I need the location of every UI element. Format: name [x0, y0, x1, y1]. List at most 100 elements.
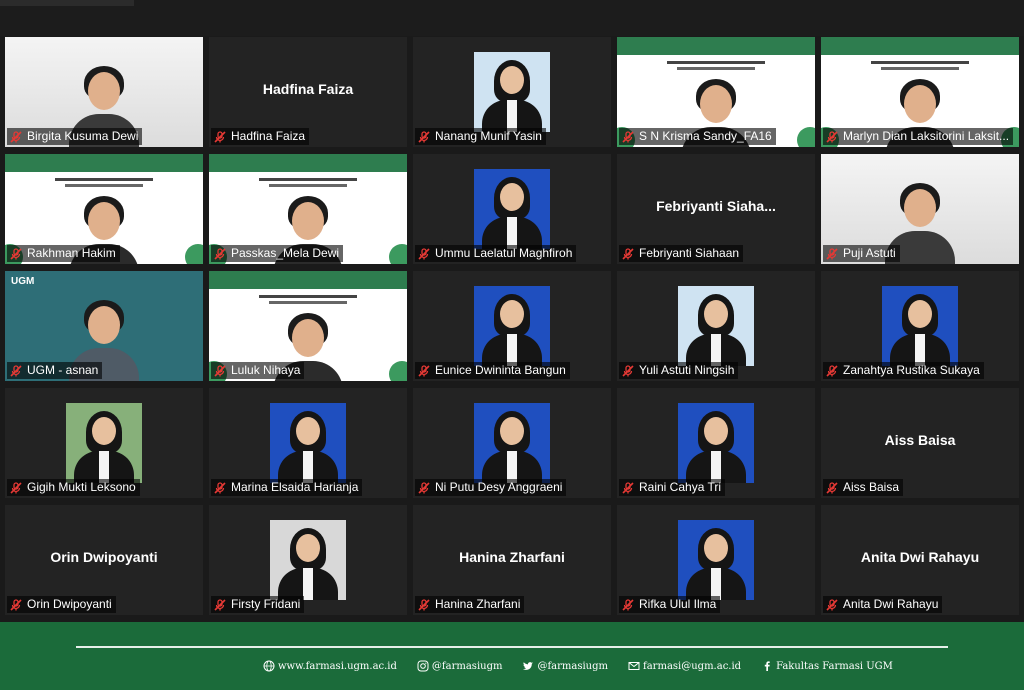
mic-muted-icon	[10, 247, 22, 260]
participant-tile[interactable]: S N Krisma Sandy_FA16	[617, 37, 815, 147]
facebook-icon	[764, 661, 770, 671]
mic-muted-icon	[622, 247, 634, 260]
participant-photo	[882, 286, 958, 366]
footer-instagram[interactable]: @farmasiugm	[417, 660, 503, 672]
participant-tile[interactable]: Puji Astuti	[821, 154, 1019, 264]
participant-name: Yuli Astuti Ningsih	[639, 363, 735, 377]
participant-name: Firsty Fridani	[231, 597, 301, 611]
participant-name-label: Rifka Ulul Ilma	[619, 596, 721, 613]
mic-muted-icon	[214, 364, 226, 377]
ugm-logo: UGM	[11, 276, 35, 287]
mic-muted-icon	[418, 130, 430, 143]
participant-photo	[678, 520, 754, 600]
mic-muted-icon	[826, 364, 838, 377]
participant-display-name: Anita Dwi Rahayu	[860, 549, 980, 565]
footer-links: www.farmasi.ugm.ac.id @farmasiugm @farma…	[263, 660, 913, 672]
participant-name: Eunice Dwininta Bangun	[435, 363, 566, 377]
participant-name: S N Krisma Sandy_FA16	[639, 129, 772, 143]
mail-icon	[628, 662, 640, 670]
participant-name: Zanahtya Rustika Sukaya	[843, 363, 980, 377]
participant-tile[interactable]: Marlyn Dian Laksitorini Laksit...	[821, 37, 1019, 147]
footer-website[interactable]: www.farmasi.ugm.ac.id	[263, 660, 397, 672]
participant-name-label: Passkas_Mela Dewi	[211, 245, 344, 262]
twitter-icon	[523, 662, 534, 670]
participant-name-label: Firsty Fridani	[211, 596, 305, 613]
participant-photo	[678, 286, 754, 366]
participant-tile[interactable]: Nanang Munif Yasin	[413, 37, 611, 147]
participant-tile[interactable]: Rifka Ulul Ilma	[617, 505, 815, 615]
footer-twitter[interactable]: @farmasiugm	[522, 660, 608, 672]
participant-display-name: Hanina Zharfani	[459, 549, 565, 565]
participant-name-label: Eunice Dwininta Bangun	[415, 362, 570, 379]
footer-instagram-text: @farmasiugm	[431, 660, 503, 672]
footer-facebook[interactable]: Fakultas Farmasi UGM	[761, 660, 893, 672]
mic-muted-icon	[214, 481, 226, 494]
participant-name-label: Orin Dwipoyanti	[7, 596, 116, 613]
participant-photo	[474, 286, 550, 366]
mic-muted-icon	[826, 247, 838, 260]
top-tab	[0, 0, 134, 6]
participant-tile[interactable]: Zanahtya Rustika Sukaya	[821, 271, 1019, 381]
instagram-icon	[417, 660, 429, 672]
participant-tile[interactable]: Hanina Zharfani Hanina Zharfani	[413, 505, 611, 615]
participant-name-label: Anita Dwi Rahayu	[823, 596, 943, 613]
participant-name-label: Rakhman Hakim	[7, 245, 120, 262]
participant-name: Hadfina Faiza	[231, 129, 306, 143]
participant-name-label: Zanahtya Rustika Sukaya	[823, 362, 984, 379]
footer-email[interactable]: farmasi@ugm.ac.id	[628, 660, 741, 672]
participant-tile[interactable]: Anita Dwi Rahayu Anita Dwi Rahayu	[821, 505, 1019, 615]
participant-name: Passkas_Mela Dewi	[231, 246, 340, 260]
mic-muted-icon	[826, 598, 838, 611]
participant-name-label: Luluk Nihaya	[211, 362, 305, 379]
participant-tile[interactable]: Firsty Fridani	[209, 505, 407, 615]
participant-tile[interactable]: Rakhman Hakim	[5, 154, 203, 264]
participant-photo	[66, 403, 142, 483]
participant-tile[interactable]: Birgita Kusuma Dewi	[5, 37, 203, 147]
mic-muted-icon	[826, 481, 838, 494]
participant-tile[interactable]: Yuli Astuti Ningsih	[617, 271, 815, 381]
participant-tile[interactable]: UGM UGM - asnan	[5, 271, 203, 381]
participant-name-label: Hadfina Faiza	[211, 128, 310, 145]
participant-display-name: Orin Dwipoyanti	[50, 549, 158, 565]
footer-divider	[76, 646, 948, 648]
participant-name: Puji Astuti	[843, 246, 896, 260]
participant-name: UGM - asnan	[27, 363, 99, 377]
participant-photo	[270, 520, 346, 600]
participant-name: Ummu Laelatul Maghfiroh	[435, 246, 573, 260]
participant-photo	[474, 169, 550, 249]
participant-tile[interactable]: Luluk Nihaya	[209, 271, 407, 381]
participant-tile[interactable]: Febriyanti Siaha... Febriyanti Siahaan	[617, 154, 815, 264]
participant-tile[interactable]: Marina Elsaida Harianja	[209, 388, 407, 498]
participant-gallery: Birgita Kusuma Dewi Hadfina Faiza Hadfina …	[5, 37, 1023, 620]
participant-display-name: Febriyanti Siaha...	[656, 198, 776, 214]
mic-muted-icon	[10, 364, 22, 377]
participant-name: Marlyn Dian Laksitorini Laksit...	[843, 129, 1010, 143]
participant-tile[interactable]: Gigih Mukti Leksono	[5, 388, 203, 498]
participant-name: Anita Dwi Rahayu	[843, 597, 939, 611]
participant-name-label: Marina Elsaida Harianja	[211, 479, 363, 496]
participant-name: Marina Elsaida Harianja	[231, 480, 359, 494]
footer-email-text: farmasi@ugm.ac.id	[643, 660, 742, 672]
participant-photo	[474, 52, 550, 132]
participant-name-label: Gigih Mukti Leksono	[7, 479, 140, 496]
mic-muted-icon	[214, 247, 226, 260]
participant-tile[interactable]: Hadfina Faiza Hadfina Faiza	[209, 37, 407, 147]
participant-name: Birgita Kusuma Dewi	[27, 129, 139, 143]
mic-muted-icon	[622, 364, 634, 377]
participant-name-label: UGM - asnan	[7, 362, 103, 379]
mic-muted-icon	[622, 598, 634, 611]
participant-tile[interactable]: Aiss Baisa Aiss Baisa	[821, 388, 1019, 498]
participant-tile[interactable]: Raini Cahya Tri	[617, 388, 815, 498]
participant-name-label: S N Krisma Sandy_FA16	[619, 128, 776, 145]
participant-name-label: Hanina Zharfani	[415, 596, 525, 613]
window-top-bar	[0, 0, 1024, 36]
participant-tile[interactable]: Ummu Laelatul Maghfiroh	[413, 154, 611, 264]
participant-name: Orin Dwipoyanti	[27, 597, 112, 611]
participant-tile[interactable]: Ni Putu Desy Anggraeni	[413, 388, 611, 498]
participant-name: Ni Putu Desy Anggraeni	[435, 480, 563, 494]
mic-muted-icon	[622, 481, 634, 494]
participant-tile[interactable]: Orin Dwipoyanti Orin Dwipoyanti	[5, 505, 203, 615]
participant-tile[interactable]: Passkas_Mela Dewi	[209, 154, 407, 264]
participant-tile[interactable]: Eunice Dwininta Bangun	[413, 271, 611, 381]
participant-name-label: Puji Astuti	[823, 245, 900, 262]
